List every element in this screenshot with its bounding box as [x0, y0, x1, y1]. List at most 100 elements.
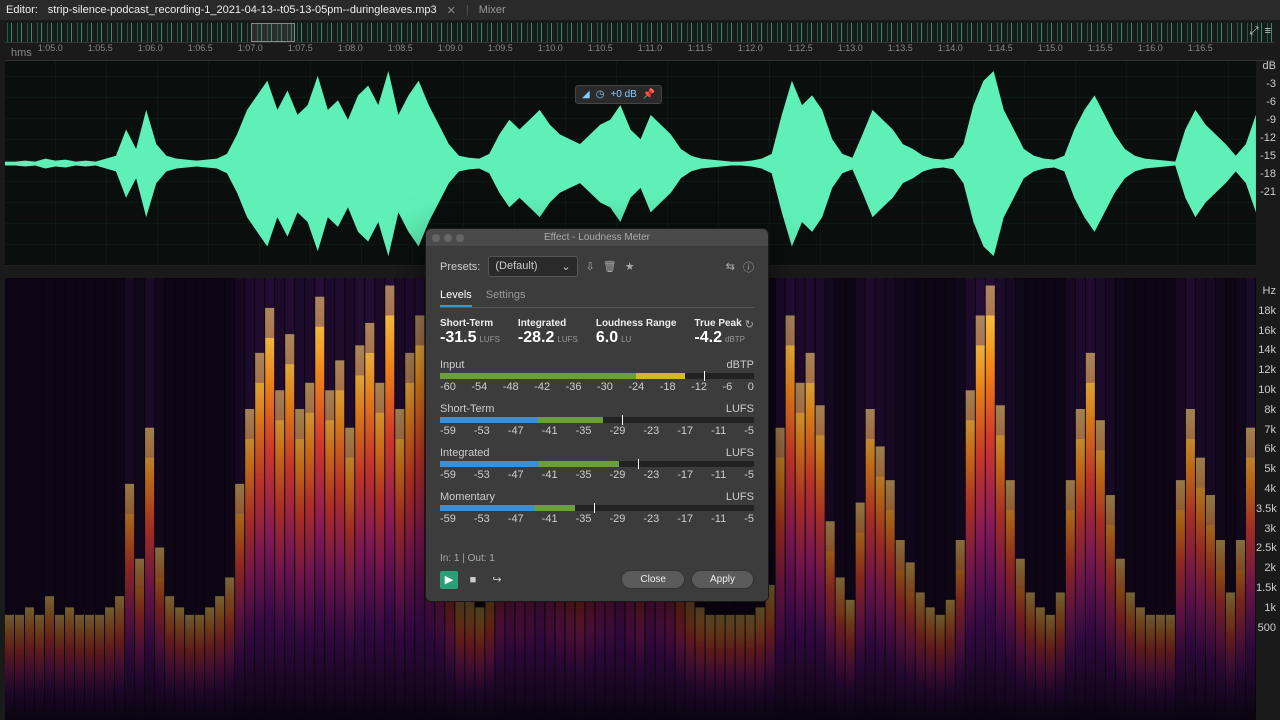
meter-scale-tick: -42: [534, 381, 550, 393]
hud-value[interactable]: +0 dB: [610, 89, 636, 100]
timeline-ruler[interactable]: hms 1:05.01:05.51:06.01:06.51:07.01:07.5…: [5, 43, 1275, 61]
timeline-tick: 1:14.5: [988, 43, 1013, 53]
clock-icon: ◷: [596, 89, 605, 100]
meter-scale-tick: -59: [440, 469, 456, 481]
dialog-title: Effect - Loudness Meter: [426, 232, 768, 243]
timeline-tick: 1:13.5: [888, 43, 913, 53]
meter-scale-tick: -36: [566, 381, 582, 393]
metric-label: Short-Term: [440, 318, 500, 329]
meter-scale-tick: -23: [643, 513, 659, 525]
meter-input: InputdBTP-60-54-48-42-36-30-24-18-12-60: [440, 359, 754, 393]
freq-tick: 18k: [1256, 302, 1276, 322]
freq-tick: 12k: [1256, 361, 1276, 381]
timeline-tick: 1:08.5: [388, 43, 413, 53]
meter-scale-tick: -60: [440, 381, 456, 393]
meter-scale-tick: -23: [643, 469, 659, 481]
freq-tick: 1.5k: [1256, 579, 1276, 599]
meter-unit: LUFS: [726, 491, 754, 503]
dialog-tabs: Levels Settings: [440, 285, 754, 308]
metric-value: 6.0: [596, 329, 618, 346]
tab-levels[interactable]: Levels: [440, 285, 472, 307]
metric-label: Integrated: [518, 318, 578, 329]
meter-scale-tick: -47: [508, 425, 524, 437]
db-tick: -18: [1258, 168, 1276, 180]
meter-scale-tick: -11: [711, 513, 726, 525]
meter-scale-tick: -53: [474, 425, 490, 437]
meter-unit: LUFS: [726, 403, 754, 415]
meter-scale-tick: -59: [440, 513, 456, 525]
metric-value: -31.5: [440, 329, 476, 346]
hud-icon: ◢: [582, 89, 590, 100]
close-button[interactable]: Close: [621, 570, 685, 589]
metric-short-term: Short-Term -31.5LUFS: [440, 318, 500, 347]
meter-scale-tick: -53: [474, 513, 490, 525]
meter-scale-tick: -29: [609, 469, 625, 481]
delete-preset-icon[interactable]: 🗑: [603, 260, 617, 273]
editor-filename[interactable]: strip-silence-podcast_recording-1_2021-0…: [48, 4, 437, 16]
waveform-overview[interactable]: ⤢ ≡: [5, 23, 1275, 43]
apply-button[interactable]: Apply: [691, 570, 754, 589]
meter-unit: LUFS: [726, 447, 754, 459]
freq-tick: 3k: [1256, 520, 1276, 540]
freq-tick: 4k: [1256, 480, 1276, 500]
metric-value: -28.2: [518, 329, 554, 346]
timeline-tick: 1:15.0: [1038, 43, 1063, 53]
meter-scale-tick: -41: [542, 513, 558, 525]
db-tick: -12: [1258, 132, 1276, 144]
dialog-titlebar[interactable]: Effect - Loudness Meter: [426, 229, 768, 246]
db-tick: -21: [1258, 186, 1276, 198]
meter-scale-tick: -17: [677, 513, 693, 525]
loop-button[interactable]: ↪: [488, 571, 506, 589]
info-icon[interactable]: ⓘ: [743, 259, 754, 275]
io-text: In: 1 | Out: 1: [440, 553, 754, 564]
pin-icon[interactable]: 📌: [643, 89, 655, 100]
close-icon[interactable]: ✕: [447, 4, 456, 17]
timeline-tick: 1:10.0: [538, 43, 563, 53]
meter-short_term: Short-TermLUFS-59-53-47-41-35-29-23-17-1…: [440, 403, 754, 437]
freq-tick: 8k: [1256, 401, 1276, 421]
metric-loudness-range: Loudness Range 6.0LU: [596, 318, 677, 347]
freq-tick: 16k: [1256, 322, 1276, 342]
meter-bar: [440, 417, 754, 423]
tab-settings[interactable]: Settings: [486, 285, 526, 307]
freq-tick: 5k: [1256, 460, 1276, 480]
zoom-icon[interactable]: ⤢: [1250, 25, 1259, 38]
metric-unit: dBTP: [725, 335, 745, 344]
frequency-scale: Hz18k16k14k12k10k8k7k6k5k4k3.5k3k2.5k2k1…: [1256, 282, 1276, 638]
divider: |: [466, 4, 469, 16]
meter-scale-tick: -29: [609, 513, 625, 525]
timeline-tick: 1:09.0: [438, 43, 463, 53]
freq-tick: 2.5k: [1256, 539, 1276, 559]
freq-tick: 6k: [1256, 440, 1276, 460]
timeline-tick: 1:11.5: [688, 43, 712, 53]
db-tick: -15: [1258, 150, 1276, 162]
play-button[interactable]: ▶: [440, 571, 458, 589]
star-icon[interactable]: ★: [625, 260, 635, 273]
timeline-tick: 1:12.5: [788, 43, 813, 53]
topbar: Editor: strip-silence-podcast_recording-…: [0, 0, 1280, 20]
chevron-down-icon: ⌄: [561, 260, 570, 273]
timeline-tick: 1:08.0: [338, 43, 363, 53]
metric-label: True Peak: [694, 318, 745, 329]
time-format-label: hms: [5, 43, 38, 60]
tab-mixer[interactable]: Mixer: [479, 4, 506, 16]
stop-button[interactable]: ■: [464, 571, 482, 589]
timeline-tick: 1:07.0: [238, 43, 263, 53]
import-preset-icon[interactable]: ⇩: [586, 260, 595, 273]
overview-waveform: [5, 23, 1275, 42]
timeline-tick: 1:16.0: [1138, 43, 1163, 53]
db-tick: -9: [1258, 114, 1276, 126]
routing-icon[interactable]: ⇆: [726, 260, 735, 273]
volume-hud[interactable]: ◢ ◷ +0 dB 📌: [575, 85, 662, 104]
freq-tick: 1k: [1256, 599, 1276, 619]
overview-selection[interactable]: [251, 23, 295, 42]
menu-icon[interactable]: ≡: [1265, 25, 1271, 38]
preset-dropdown[interactable]: (Default) ⌄: [488, 256, 577, 277]
meter-scale-tick: -30: [597, 381, 613, 393]
meter-label: Input: [440, 359, 464, 371]
metric-unit: LU: [621, 335, 631, 344]
meter-label: Momentary: [440, 491, 495, 503]
meter-scale-tick: -18: [660, 381, 676, 393]
meter-scale-tick: -11: [711, 469, 726, 481]
reset-icon[interactable]: ↻: [745, 318, 754, 331]
